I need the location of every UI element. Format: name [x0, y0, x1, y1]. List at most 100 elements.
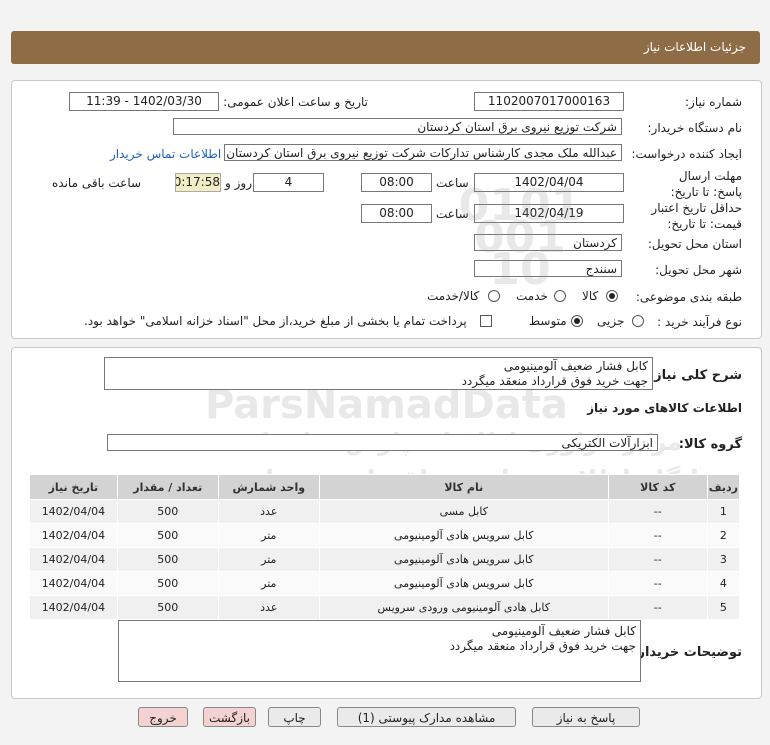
province-label: استان محل تحویل:	[647, 237, 742, 251]
buyer-org-label: نام دستگاه خریدار:	[647, 121, 743, 135]
print-button[interactable]: چاپ	[268, 707, 321, 727]
table-header-row: ردیف کد کالا نام کالا واحد شمارش تعداد /…	[29, 474, 741, 500]
buyer-notes-line-1: کابل فشار ضعیف آلومینیومی	[491, 624, 636, 638]
cell-name: کابل هادی آلومینیومی ورودی سرویس	[318, 595, 609, 620]
cell-name: کابل سرویس هادی آلومینیومی	[318, 547, 609, 572]
process-option-partial: جزیی	[597, 314, 625, 328]
cell-unit: متر	[217, 571, 320, 596]
days-field: 4	[253, 173, 324, 192]
category-option-goods-service: کالا/خدمت	[427, 289, 480, 303]
validity-label: حداقل تاریخ اعتبار قیمت: تا تاریخ:	[651, 201, 742, 231]
table-row: 3 -- کابل سرویس هادی آلومینیومی متر 500 …	[29, 547, 741, 572]
goods-group-label: گروه کالا:	[678, 437, 742, 452]
city-label: شهر محل تحویل:	[655, 263, 742, 277]
province-field: کردستان	[474, 234, 622, 251]
treasury-payment-checkbox[interactable]	[480, 315, 492, 327]
buyer-notes-label: توضیحات خریدار:	[632, 645, 742, 660]
cell-code: --	[607, 547, 708, 572]
process-radio-partial[interactable]	[632, 315, 644, 327]
contact-buyer-link[interactable]: اطلاعات تماس خریدار	[110, 147, 221, 161]
cell-qty: 500	[116, 571, 219, 596]
process-option-medium: متوسط	[529, 314, 567, 328]
cell-unit: متر	[217, 523, 320, 548]
cell-name: کابل مسی	[318, 499, 609, 524]
page-header: جزئیات اطلاعات نیاز	[11, 31, 760, 64]
col-qty: تعداد / مقدار	[116, 474, 219, 500]
summary-line-2: جهت خرید فوق قرارداد منعقد میگردد	[461, 374, 648, 388]
category-radio-goods[interactable]	[606, 290, 618, 302]
col-unit: واحد شمارش	[217, 474, 320, 500]
need-number-field: 1102007017000163	[474, 92, 624, 111]
page-title: جزئیات اطلاعات نیاز	[643, 40, 746, 54]
cell-qty: 500	[116, 547, 219, 572]
summary-line-1: کابل فشار ضعیف آلومینیومی	[503, 359, 648, 373]
buyer-notes-line-2: جهت خرید فوق قرارداد منعقد میگردد	[449, 639, 636, 653]
cell-unit: متر	[217, 547, 320, 572]
requester-field: عبدالله ملک مجدی کارشناس تدارکات شرکت تو…	[224, 144, 622, 161]
buyer-notes-box: کابل فشار ضعیف آلومینیومی جهت خرید فوق ق…	[118, 620, 641, 682]
table-row: 1 -- کابل مسی عدد 500 1402/04/04	[29, 499, 741, 524]
category-option-goods: کالا	[582, 289, 599, 303]
cell-row: 3	[706, 547, 741, 572]
remaining-label: ساعت باقی مانده	[52, 176, 142, 190]
cell-row: 5	[706, 595, 741, 620]
city-field: سنندج	[474, 260, 622, 277]
cell-unit: عدد	[217, 595, 320, 620]
requester-label: ایجاد کننده درخواست:	[631, 147, 742, 161]
cell-code: --	[607, 595, 708, 620]
process-radio-medium[interactable]	[571, 315, 583, 327]
deadline-time-label: ساعت	[436, 176, 469, 190]
cell-name: کابل سرویس هادی آلومینیومی	[318, 571, 609, 596]
category-radio-service[interactable]	[554, 290, 566, 302]
cell-qty: 500	[116, 499, 219, 524]
validity-time-field: 08:00	[361, 204, 432, 223]
announce-label: تاریخ و ساعت اعلان عمومی:	[223, 95, 368, 109]
deadline-time-field: 08:00	[361, 173, 432, 192]
exit-button[interactable]: خروج	[138, 707, 188, 727]
days-label: روز و	[225, 176, 252, 190]
goods-group-field: ابزارآلات الکتریکی	[107, 434, 658, 451]
validity-date-field: 1402/04/19	[474, 204, 624, 223]
cell-unit: عدد	[217, 499, 320, 524]
announce-field: 1402/03/30 - 11:39	[69, 92, 219, 111]
col-code: کد کالا	[607, 474, 708, 500]
summary-label: شرح کلی نیاز:	[648, 368, 742, 383]
category-label: طبقه بندی موضوعی:	[635, 290, 742, 304]
process-label: نوع فرآیند خرید :	[657, 315, 742, 329]
reply-button[interactable]: پاسخ به نیاز	[532, 707, 640, 727]
cell-row: 2	[706, 523, 741, 548]
need-number-label: شماره نیاز:	[685, 95, 742, 109]
col-name: نام کالا	[318, 474, 609, 500]
back-button[interactable]: بازگشت	[203, 707, 256, 727]
category-radio-goods-service[interactable]	[488, 290, 500, 302]
cell-date: 1402/04/04	[29, 595, 118, 620]
cell-row: 1	[706, 499, 741, 524]
cell-code: --	[607, 571, 708, 596]
cell-qty: 500	[116, 595, 219, 620]
validity-time-label: ساعت	[436, 207, 469, 221]
treasury-payment-note: پرداخت تمام یا بخشی از مبلغ خرید،از محل …	[84, 314, 467, 328]
table-row: 2 -- کابل سرویس هادی آلومینیومی متر 500 …	[29, 523, 741, 548]
table-row: 5 -- کابل هادی آلومینیومی ورودی سرویس عد…	[29, 595, 741, 620]
items-table: ردیف کد کالا نام کالا واحد شمارش تعداد /…	[29, 474, 741, 620]
cell-date: 1402/04/04	[29, 523, 118, 548]
view-attachments-button[interactable]: مشاهده مدارک پیوستی (1)	[337, 707, 516, 727]
cell-row: 4	[706, 571, 741, 596]
buyer-org-field: شرکت توزیع نیروی برق استان کردستان	[173, 118, 622, 135]
cell-name: کابل سرویس هادی آلومینیومی	[318, 523, 609, 548]
cell-date: 1402/04/04	[29, 571, 118, 596]
cell-code: --	[607, 523, 708, 548]
category-option-service: خدمت	[516, 289, 548, 303]
cell-qty: 500	[116, 523, 219, 548]
col-date: تاریخ نیاز	[29, 474, 118, 500]
cell-date: 1402/04/04	[29, 547, 118, 572]
deadline-date-field: 1402/04/04	[474, 173, 624, 192]
summary-box: کابل فشار ضعیف آلومینیومی جهت خرید فوق ق…	[104, 357, 653, 390]
table-row: 4 -- کابل سرویس هادی آلومینیومی متر 500 …	[29, 571, 741, 596]
col-row: ردیف	[706, 474, 741, 500]
cell-date: 1402/04/04	[29, 499, 118, 524]
deadline-label: مهلت ارسال پاسخ: تا تاریخ:	[670, 169, 742, 199]
cell-code: --	[607, 499, 708, 524]
goods-section-title: اطلاعات کالاهای مورد نیاز	[587, 401, 742, 415]
remaining-time-field: 20:17:58	[175, 173, 221, 192]
